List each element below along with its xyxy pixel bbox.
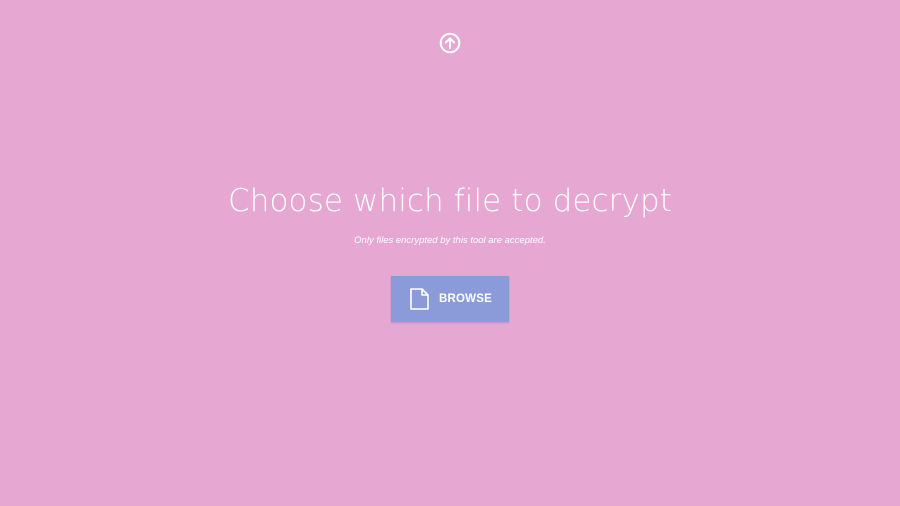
page: { "page": { "background_color": "#e6a8d3… (0, 0, 900, 506)
circle-arrow-up-icon (439, 32, 461, 54)
browse-button[interactable]: BROWSE (391, 276, 509, 322)
page-subtitle: Only files encrypted by this tool are ac… (354, 235, 546, 246)
browse-button-label: BROWSE (439, 293, 492, 305)
file-icon (410, 288, 429, 310)
page-title: Choose which file to decrypt (227, 183, 673, 219)
back-button[interactable] (439, 32, 461, 54)
